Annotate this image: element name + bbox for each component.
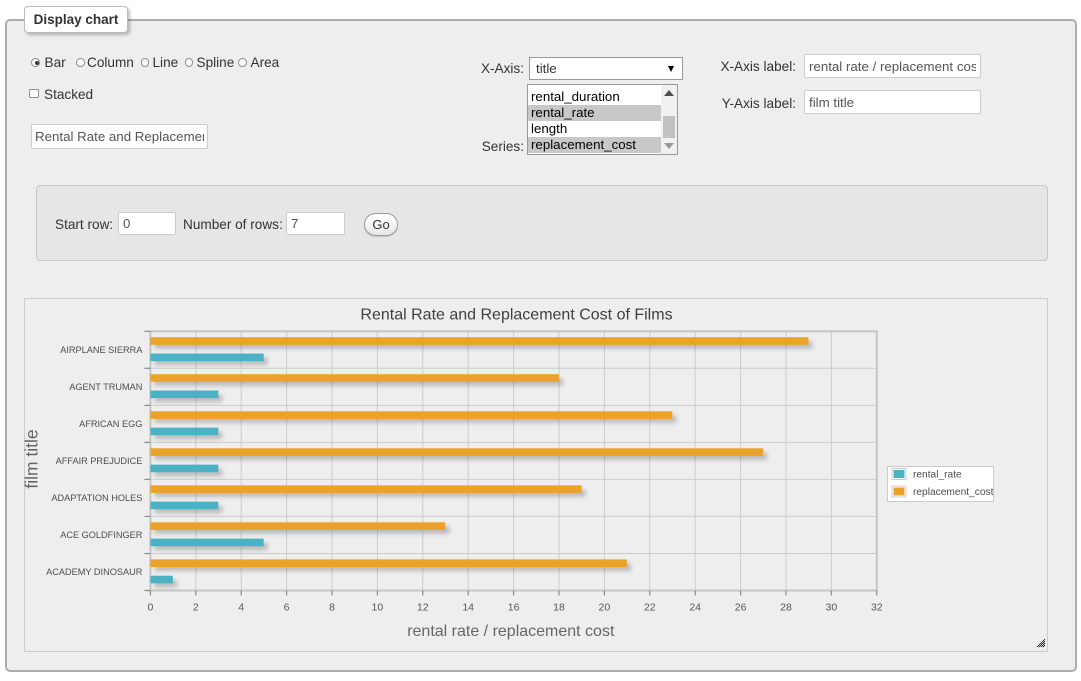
- svg-text:4: 4: [238, 601, 244, 613]
- svg-text:AFRICAN EGG: AFRICAN EGG: [79, 419, 142, 429]
- svg-text:18: 18: [553, 601, 565, 613]
- svg-text:12: 12: [417, 601, 429, 613]
- svg-text:film title: film title: [21, 429, 41, 488]
- svg-text:16: 16: [508, 601, 520, 613]
- svg-text:8: 8: [329, 601, 335, 613]
- svg-text:rental_rate: rental_rate: [913, 470, 962, 481]
- svg-text:6: 6: [284, 601, 290, 613]
- svg-text:ADAPTATION HOLES: ADAPTATION HOLES: [51, 493, 142, 503]
- svg-text:10: 10: [372, 601, 384, 613]
- svg-text:26: 26: [735, 601, 747, 613]
- svg-text:24: 24: [689, 601, 701, 613]
- svg-text:ACADEMY DINOSAUR: ACADEMY DINOSAUR: [46, 567, 143, 577]
- svg-text:rental rate / replacement cost: rental rate / replacement cost: [407, 623, 615, 640]
- svg-text:ACE GOLDFINGER: ACE GOLDFINGER: [60, 530, 143, 540]
- svg-text:22: 22: [644, 601, 656, 613]
- svg-text:30: 30: [826, 601, 838, 613]
- svg-text:20: 20: [599, 601, 611, 613]
- svg-text:replacement_cost: replacement_cost: [913, 487, 994, 498]
- svg-text:14: 14: [462, 601, 474, 613]
- svg-text:32: 32: [871, 601, 883, 613]
- svg-text:Rental Rate and Replacement Co: Rental Rate and Replacement Cost of Film…: [360, 307, 672, 324]
- svg-text:0: 0: [147, 601, 153, 613]
- svg-text:AIRPLANE SIERRA: AIRPLANE SIERRA: [60, 345, 143, 355]
- svg-text:2: 2: [193, 601, 199, 613]
- svg-text:AFFAIR PREJUDICE: AFFAIR PREJUDICE: [56, 456, 143, 466]
- svg-text:AGENT TRUMAN: AGENT TRUMAN: [69, 382, 142, 392]
- svg-text:28: 28: [780, 601, 792, 613]
